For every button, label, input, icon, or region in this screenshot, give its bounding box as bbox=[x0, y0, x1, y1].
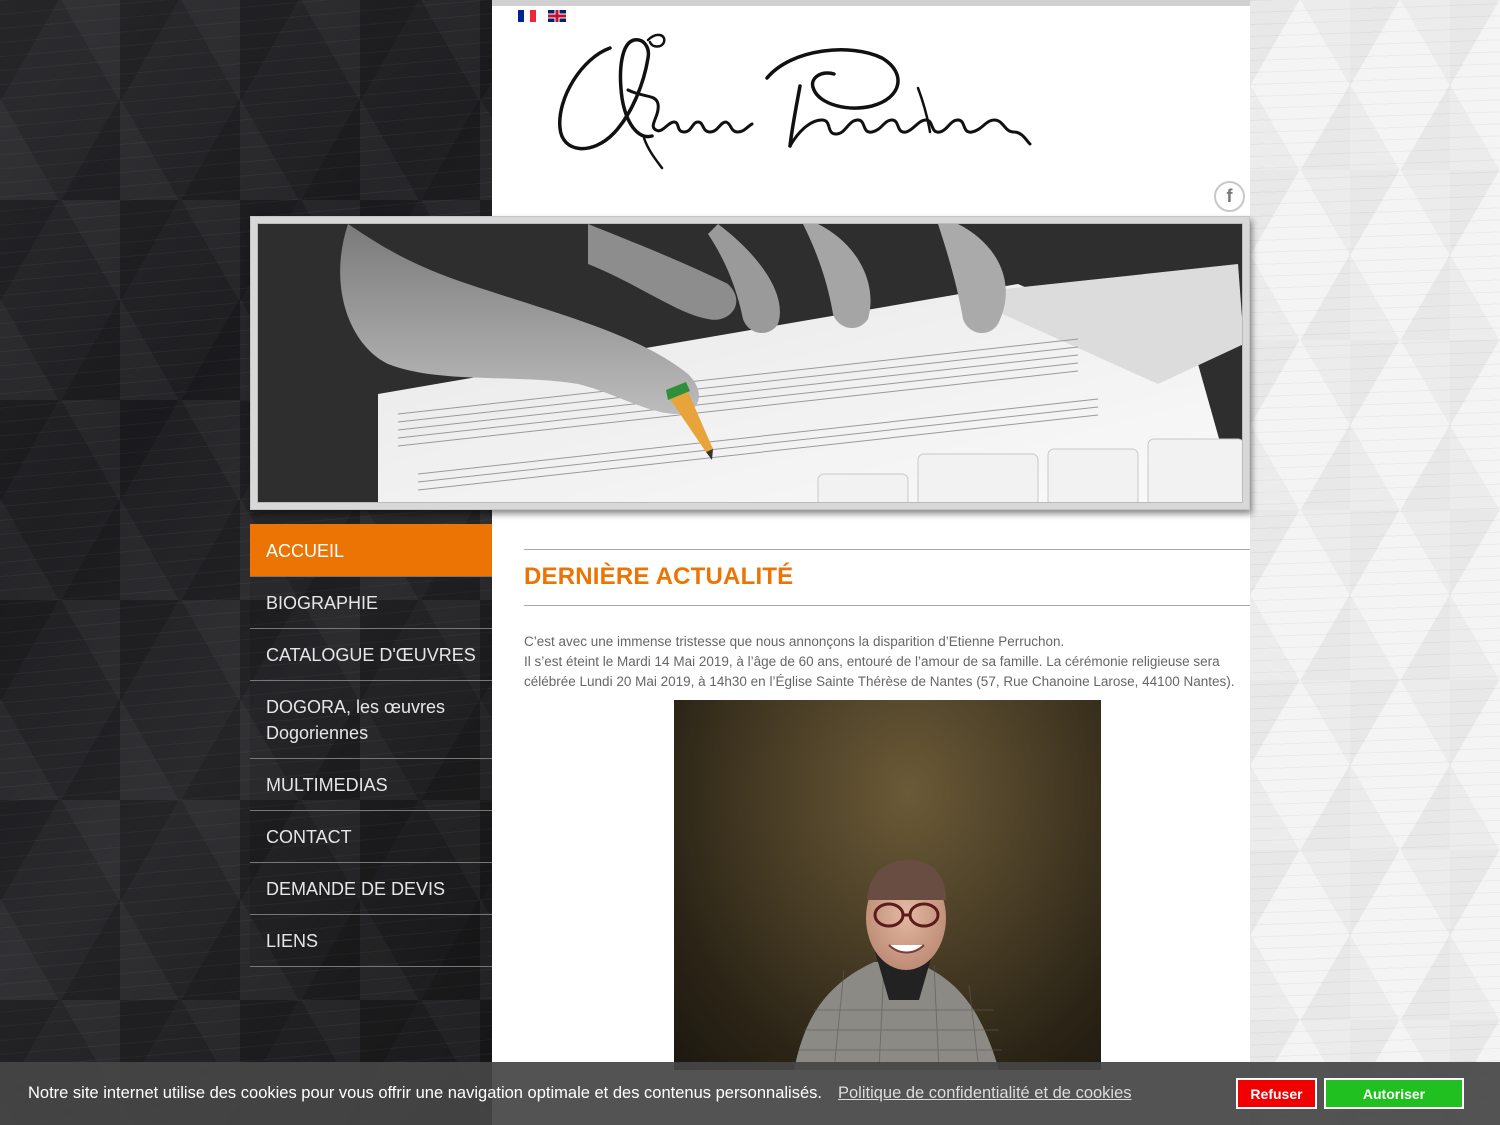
nav-item-devis[interactable]: DEMANDE DE DEVIS bbox=[250, 862, 492, 914]
allow-cookies-button[interactable]: Autoriser bbox=[1324, 1078, 1464, 1109]
main-content: DERNIÈRE ACTUALITÉ C’est avec une immens… bbox=[524, 549, 1250, 692]
main-navigation: ACCUEIL BIOGRAPHIE CATALOGUE D'ŒUVRES DO… bbox=[250, 524, 492, 967]
language-switcher bbox=[518, 10, 566, 22]
refuse-cookies-button[interactable]: Refuser bbox=[1236, 1078, 1317, 1109]
portrait-photo bbox=[674, 700, 1101, 1070]
cookie-text: Notre site internet utilise des cookies … bbox=[28, 1084, 822, 1102]
banner-frame bbox=[250, 216, 1250, 510]
banner-image bbox=[257, 223, 1243, 503]
nav-item-contact[interactable]: CONTACT bbox=[250, 810, 492, 862]
nav-item-biographie[interactable]: BIOGRAPHIE bbox=[250, 576, 492, 628]
article-paragraph: C’est avec une immense tristesse que nou… bbox=[524, 634, 1065, 649]
banner-illustration bbox=[258, 224, 1242, 502]
nav-item-accueil[interactable]: ACCUEIL bbox=[250, 524, 492, 576]
facebook-button[interactable]: f bbox=[1214, 181, 1245, 212]
right-background bbox=[1250, 0, 1500, 1125]
en-flag-icon[interactable] bbox=[548, 10, 566, 22]
cookie-banner: Notre site internet utilise des cookies … bbox=[0, 1062, 1500, 1125]
nav-item-multimedias[interactable]: MULTIMEDIAS bbox=[250, 758, 492, 810]
section-title: DERNIÈRE ACTUALITÉ bbox=[524, 549, 1250, 606]
portrait-illustration bbox=[794, 860, 1002, 1070]
article-paragraph: Il s’est éteint le Mardi 14 Mai 2019, à … bbox=[524, 654, 1235, 689]
facebook-icon: f bbox=[1226, 186, 1233, 206]
privacy-policy-link[interactable]: Politique de confidentialité et de cooki… bbox=[838, 1084, 1132, 1103]
nav-item-liens[interactable]: LIENS bbox=[250, 914, 492, 967]
nav-item-catalogue[interactable]: CATALOGUE D'ŒUVRES bbox=[250, 628, 492, 680]
fr-flag-icon[interactable] bbox=[518, 10, 536, 22]
nav-item-dogora[interactable]: DOGORA, les œuvres Dogoriennes bbox=[250, 680, 492, 758]
signature-logo[interactable] bbox=[552, 28, 1034, 173]
news-article: C’est avec une immense tristesse que nou… bbox=[524, 632, 1250, 692]
